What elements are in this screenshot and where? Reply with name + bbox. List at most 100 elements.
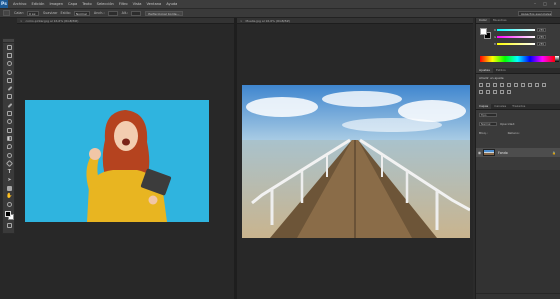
move-tool-icon[interactable] [3,43,16,51]
slider-g-track[interactable] [497,36,535,38]
color-swatches[interactable] [3,209,16,221]
foreground-swatch[interactable] [5,210,11,217]
menu-vista[interactable]: Vista [133,2,142,6]
layer-blend-row: Normal Opacidad: [479,122,515,126]
canvas-image-pier[interactable] [242,85,470,238]
document-tab-left[interactable]: × como-pintar.jpg al 16,6% (RGB/8#) [17,18,234,24]
dodge-tool-icon[interactable] [3,151,16,159]
menu-seleccion[interactable]: Selección [97,2,114,6]
minimize-button[interactable]: – [532,1,538,6]
type-tool-icon[interactable]: T [3,167,16,175]
document-tab-right[interactable]: × Muelle.jpg al 16,6% (RGB/8#) [237,18,473,24]
slider-r-track[interactable] [497,29,535,31]
path-select-tool-icon[interactable]: ➤ [3,176,16,184]
move-tool-icon[interactable] [3,10,10,16]
tab-adjustments[interactable]: Ajustes [476,68,493,73]
vibrance-icon[interactable] [507,83,511,87]
canvas-image-woman-tablet[interactable] [25,100,209,222]
crop-tool-icon[interactable] [3,76,16,84]
tab-layers[interactable]: Capas [476,104,492,109]
layer-kind-select[interactable]: Tipo [479,113,497,117]
color-spectrum-bar[interactable] [480,56,559,62]
gradient-map-icon[interactable] [500,90,504,94]
panels-dock: Color Muestras R 255 G 255 B 255 Ajustes… [475,18,560,299]
slider-b[interactable]: B 255 [494,42,546,46]
levels-icon[interactable] [486,83,490,87]
color-balance-icon[interactable] [521,83,525,87]
brightness-contrast-icon[interactable] [479,83,483,87]
quick-mask-icon[interactable] [3,221,16,229]
woman-photo-illustration [25,100,209,222]
foreground-color-swatch[interactable] [480,28,487,35]
brush-tool-icon[interactable] [3,101,16,109]
threshold-icon[interactable] [493,90,497,94]
quick-select-tool-icon[interactable] [3,68,16,76]
black-white-icon[interactable] [528,83,532,87]
height-input[interactable] [131,10,142,16]
clone-stamp-tool-icon[interactable] [3,109,16,117]
menu-bar: Ps Archivo Edición Imagen Capa Texto Sel… [0,0,560,8]
hue-saturation-icon[interactable] [514,83,518,87]
menu-ayuda[interactable]: Ayuda [166,2,177,6]
blend-mode-select[interactable]: Normal [479,122,497,126]
workspace-select[interactable]: Aspectos esenciales [518,11,552,16]
menu-capa[interactable]: Capa [68,2,77,6]
pen-tool-icon[interactable] [3,159,16,167]
eyedropper-tool-icon[interactable] [3,84,16,92]
photo-filter-icon[interactable] [535,83,539,87]
menu-filtro[interactable]: Filtro [119,2,128,6]
feather-label: Calar: [14,11,24,15]
slider-b-track[interactable] [497,43,535,45]
lasso-tool-icon[interactable] [3,60,16,68]
feather-input[interactable]: 0 px [26,10,39,16]
layer-thumbnail [483,149,495,156]
history-brush-tool-icon[interactable] [3,118,16,126]
slider-r-value[interactable]: 255 [537,28,546,32]
slider-g-value[interactable]: 255 [537,35,546,39]
layer-name[interactable]: Fondo [498,151,508,155]
zoom-tool-icon[interactable] [3,201,16,209]
antialias-checkbox[interactable]: Suavizar [43,11,58,15]
selective-color-icon[interactable] [507,90,511,94]
blur-tool-icon[interactable] [3,143,16,151]
close-window-button[interactable]: ✕ [552,1,558,6]
slider-b-value[interactable]: 255 [537,42,546,46]
photoshop-logo: Ps [0,0,8,8]
exposure-icon[interactable] [500,83,504,87]
close-document-icon[interactable]: × [240,19,243,23]
channel-mixer-icon[interactable] [542,83,546,87]
tab-channels[interactable]: Canales [491,104,509,109]
menu-ventana[interactable]: Ventana [147,2,162,6]
eraser-tool-icon[interactable] [3,126,16,134]
style-select[interactable]: Normal [73,10,90,16]
curves-icon[interactable] [493,83,497,87]
invert-icon[interactable] [479,90,483,94]
tab-color[interactable]: Color [476,18,490,23]
posterize-icon[interactable] [486,90,490,94]
eye-icon[interactable]: ◉ [476,150,483,155]
rectangle-tool-icon[interactable] [3,184,16,192]
healing-brush-tool-icon[interactable] [3,93,16,101]
maximize-button[interactable]: □ [542,1,548,6]
refine-edge-button[interactable]: Perfeccionar borde... [145,10,183,16]
tab-swatches[interactable]: Muestras [490,18,510,23]
gradient-tool-icon[interactable] [3,134,16,142]
layers-panel-footer [476,293,560,299]
menu-imagen[interactable]: Imagen [49,2,63,6]
slider-g[interactable]: G 255 [494,35,546,39]
close-document-icon[interactable]: × [20,19,23,23]
pier-photo-illustration [242,85,470,238]
tab-styles[interactable]: Estilos [493,68,509,73]
width-input[interactable] [107,10,118,16]
window-controls: – □ ✕ [532,1,558,6]
hand-tool-icon[interactable]: ✋ [3,192,16,200]
marquee-tool-icon[interactable] [3,51,16,59]
tab-paths[interactable]: Trazados [509,104,528,109]
layer-row[interactable]: ◉ Fondo 🔒 [476,148,560,157]
menu-texto[interactable]: Texto [82,2,91,6]
slider-r[interactable]: R 255 [494,28,546,32]
menu-archivo[interactable]: Archivo [13,2,26,6]
color-panel: R 255 G 255 B 255 [476,24,560,68]
document-window-left: × como-pintar.jpg al 16,6% (RGB/8#) [17,18,234,299]
menu-edicion[interactable]: Edición [31,2,44,6]
